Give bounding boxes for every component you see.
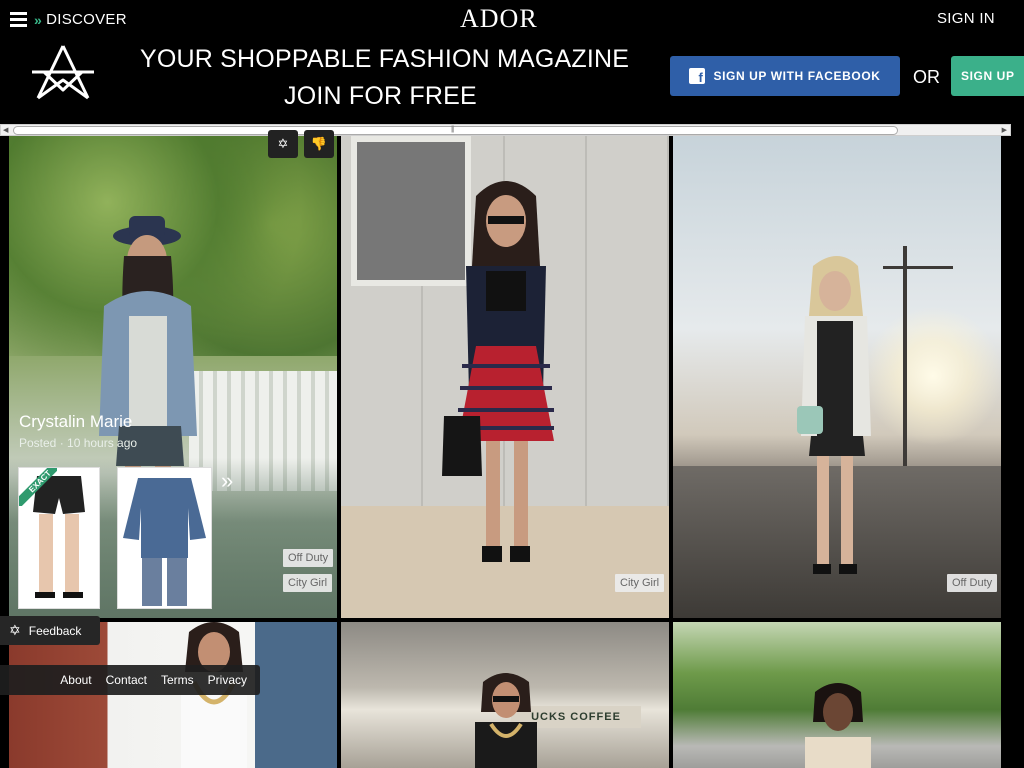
- discover-label: DISCOVER: [46, 11, 127, 28]
- footer-link-about[interactable]: About: [60, 673, 91, 687]
- outfit-photo: [805, 683, 871, 768]
- outfit-photo: [181, 622, 247, 768]
- product-thumbnail[interactable]: [117, 467, 212, 609]
- footer-link-terms[interactable]: Terms: [161, 673, 194, 687]
- outfit-photo: [475, 673, 537, 768]
- discover-link[interactable]: » DISCOVER: [34, 11, 127, 28]
- post-tile[interactable]: City Girl: [341, 136, 669, 618]
- outfit-photo: [442, 181, 554, 562]
- ador-logo-icon: [32, 45, 94, 100]
- post-timestamp: Posted · 10 hours ago: [19, 436, 138, 450]
- menu-icon[interactable]: [10, 12, 28, 28]
- signup-button[interactable]: SIGN UP: [951, 56, 1024, 96]
- ador-star-icon[interactable]: ✡: [268, 130, 298, 158]
- scrollbar-grip-icon: |||: [451, 126, 455, 133]
- post-tile[interactable]: Off Duty: [673, 136, 1001, 618]
- exact-badge: EXACT: [19, 468, 57, 506]
- footer-links: About Contact Terms Privacy: [0, 665, 260, 695]
- tagline-join[interactable]: JOIN FOR FREE: [284, 82, 477, 111]
- chevron-double-right-icon: »: [34, 11, 43, 28]
- scrollbar-thumb[interactable]: [13, 126, 898, 135]
- ador-star-icon: ✡: [9, 622, 21, 638]
- scroll-left-arrow-icon[interactable]: ◀: [3, 126, 8, 134]
- facebook-signup-label: SIGN UP WITH FACEBOOK: [713, 69, 881, 83]
- post-author[interactable]: Crystalin Marie: [19, 412, 132, 432]
- right-edge-strip: [1003, 136, 1011, 768]
- tile-actions: ✡ 👎: [268, 130, 334, 158]
- footer-link-contact[interactable]: Contact: [106, 673, 147, 687]
- photo-pole-bar: [883, 266, 953, 269]
- sign-in-link[interactable]: SIGN IN: [937, 10, 995, 27]
- facebook-icon: f: [689, 68, 706, 84]
- exact-badge-label: EXACT: [19, 468, 57, 506]
- post-tile[interactable]: UCKS COFFEE: [341, 622, 669, 768]
- post-tile[interactable]: Crystalin Marie Posted · 10 hours ago EX…: [9, 136, 337, 618]
- more-products-chevron-icon[interactable]: »: [221, 468, 233, 494]
- thumbs-down-icon[interactable]: 👎: [304, 130, 334, 158]
- style-tag[interactable]: City Girl: [283, 574, 333, 592]
- post-tile[interactable]: [673, 622, 1001, 768]
- style-tag[interactable]: Off Duty: [947, 574, 998, 592]
- facebook-signup-button[interactable]: f SIGN UP WITH FACEBOOK: [670, 56, 900, 96]
- feedback-label: Feedback: [28, 623, 82, 638]
- horizontal-scrollbar[interactable]: ◀ ||| ▶: [0, 124, 1011, 136]
- tagline-primary: YOUR SHOPPABLE FASHION MAGAZINE: [140, 45, 630, 73]
- site-header: » DISCOVER ADOR SIGN IN YOUR SHOPPABLE F…: [0, 0, 1024, 124]
- feedback-button[interactable]: ✡ Feedback: [0, 616, 100, 645]
- or-label: OR: [913, 67, 940, 87]
- brand-logo[interactable]: ADOR: [460, 4, 538, 34]
- footer-link-privacy[interactable]: Privacy: [208, 673, 247, 687]
- jacket-product-image: [123, 478, 206, 606]
- style-tag[interactable]: City Girl: [615, 574, 665, 592]
- photo-pole: [903, 246, 907, 476]
- scroll-right-arrow-icon[interactable]: ▶: [1002, 126, 1007, 134]
- style-tag[interactable]: Off Duty: [283, 549, 334, 567]
- outfit-photo: [797, 256, 871, 574]
